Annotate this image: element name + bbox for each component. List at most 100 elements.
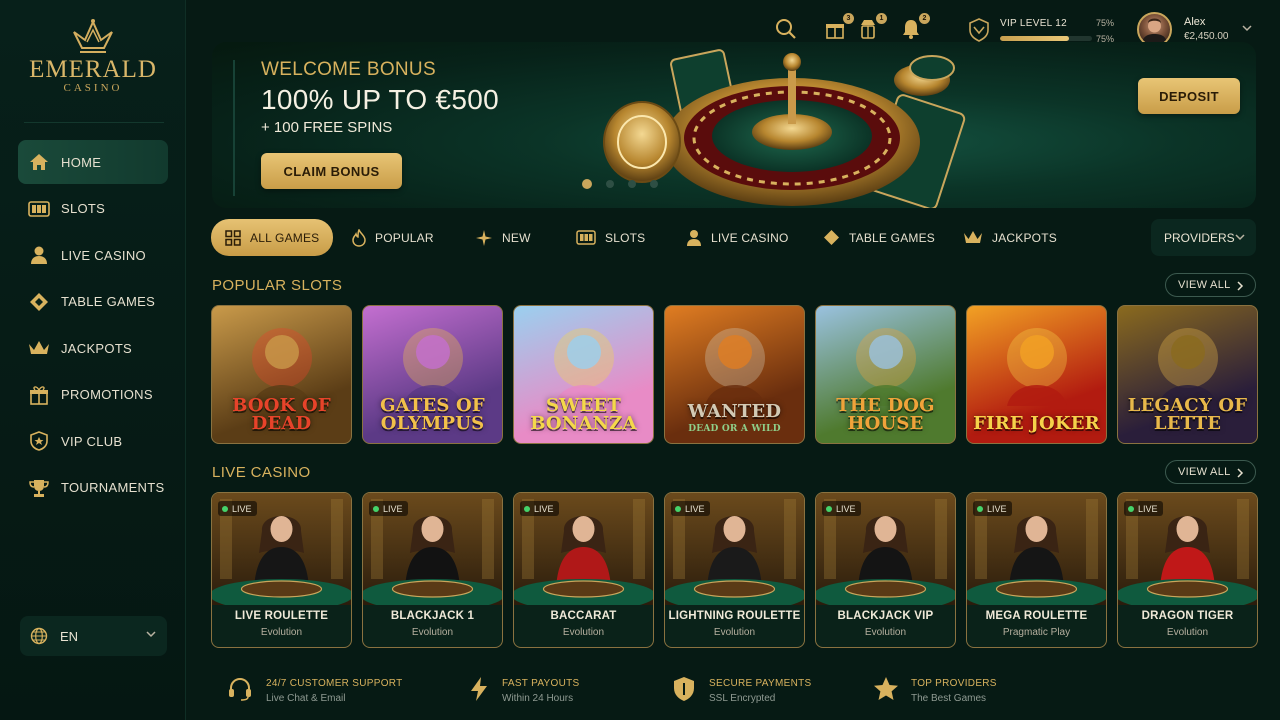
live-game-provider: Evolution: [1166, 627, 1209, 638]
live-card-blackjack-vip[interactable]: LIVE BLACKJACK VIP Evolution: [815, 492, 956, 648]
vip-shield-icon: [969, 18, 989, 42]
crown-icon: [963, 230, 983, 245]
language-selector[interactable]: EN: [20, 616, 167, 656]
sidebar-item-label: TABLE GAMES: [61, 294, 156, 309]
tab-all-games[interactable]: ALL GAMES: [211, 219, 334, 256]
feature-title: FAST PAYOUTS: [502, 678, 580, 689]
live-game-name: DRAGON TIGER: [1141, 610, 1234, 622]
live-game-name: LIVE ROULETTE: [234, 610, 329, 622]
gifts-button[interactable]: 3: [824, 13, 854, 42]
carousel-dot[interactable]: [650, 180, 658, 188]
tab-live-casino[interactable]: LIVE CASINO: [672, 219, 803, 256]
live-card-lightning-roulette[interactable]: LIVE LIGHTNING ROULETTE Evolution: [664, 492, 805, 648]
brand-name: EMERALD: [29, 56, 157, 83]
sidebar-item-promotions[interactable]: PROMOTIONS: [18, 373, 168, 417]
divider: [24, 122, 164, 123]
gift-icon: [826, 24, 844, 39]
claim-bonus-button[interactable]: CLAIM BONUS: [261, 153, 402, 189]
live-dot-icon: [977, 505, 983, 512]
popular-slots-title: POPULAR SLOTS: [212, 277, 343, 294]
live-casino-view-all-button[interactable]: VIEW ALL: [1165, 460, 1256, 484]
live-card-mega-roulette[interactable]: LIVE MEGA ROULETTE Pragmatic Play: [966, 492, 1107, 648]
tab-label: LIVE CASINO: [711, 230, 789, 245]
sidebar-item-table-games[interactable]: TABLE GAMES: [18, 280, 168, 324]
slot-title: FIRE JOKER: [973, 413, 1100, 434]
rewards-button[interactable]: 1: [857, 13, 887, 42]
sidebar-item-live-casino[interactable]: LIVE CASINO: [18, 233, 168, 277]
slot-card-fire-joker[interactable]: FIRE JOKER: [966, 305, 1107, 444]
slot-card-the-dog-house[interactable]: THE DOG HOUSE: [815, 305, 956, 444]
sidebar-item-jackpots[interactable]: JACKPOTS: [18, 326, 168, 370]
sidebar-item-label: TOURNAMENTS: [61, 480, 165, 495]
live-badge: LIVE: [520, 501, 559, 516]
tab-new[interactable]: NEW: [461, 219, 545, 256]
slot-title: GATES OF OLYMPUS: [380, 395, 485, 434]
tab-label: TABLE GAMES: [849, 230, 936, 245]
vip-progress-percent: 75%: [1096, 18, 1115, 28]
sparkle-icon: [475, 229, 493, 247]
live-dot-icon: [826, 505, 832, 512]
slot-card-legacy-of-lette[interactable]: LEGACY OF LETTE: [1117, 305, 1258, 444]
slot-card-wanted[interactable]: WANTED DEAD OR A WILD: [664, 305, 805, 444]
live-label: LIVE: [1138, 503, 1158, 514]
diamond-chip-icon: [28, 291, 50, 313]
sidebar-item-tournaments[interactable]: TOURNAMENTS: [18, 466, 168, 510]
tab-label: JACKPOTS: [992, 230, 1057, 245]
chevron-down-icon: [146, 631, 156, 638]
slot-title: WANTED: [687, 401, 782, 422]
carousel-dot[interactable]: [628, 180, 636, 188]
live-game-provider: Pragmatic Play: [1002, 627, 1071, 638]
crown-icon: [28, 337, 50, 359]
live-badge: LIVE: [671, 501, 710, 516]
dealer-icon: [686, 229, 702, 247]
sidebar-item-home[interactable]: HOME: [18, 140, 168, 184]
hero-headline: 100% UP TO €500: [261, 84, 500, 115]
tab-label: ALL GAMES: [250, 230, 320, 245]
tab-popular[interactable]: POPULAR: [338, 219, 448, 256]
popular-slots-row: BOOK OF DEAD GATES OF OLYMPUS SWEET BONANZ…: [211, 305, 1258, 444]
slot-subtitle: DEAD OR A WILD: [688, 424, 781, 434]
brand-logo[interactable]: EMERALD CASINO: [0, 18, 186, 94]
feature-title: 24/7 CUSTOMER SUPPORT: [266, 678, 403, 689]
carousel-dot[interactable]: [606, 180, 614, 188]
sidebar-item-slots[interactable]: SLOTS: [18, 187, 168, 231]
feature-secure: SECURE PAYMENTS SSL Encrypted: [673, 668, 833, 712]
slot-card-sweet-bonanza[interactable]: SWEET BONANZA: [513, 305, 654, 444]
sidebar-item-label: SLOTS: [61, 201, 106, 216]
live-label: LIVE: [685, 503, 705, 514]
tab-label: POPULAR: [375, 230, 434, 245]
tab-jackpots[interactable]: JACKPOTS: [949, 219, 1071, 256]
popular-slots-view-all-button[interactable]: VIEW ALL: [1165, 273, 1256, 297]
tab-table-games[interactable]: TABLE GAMES: [809, 219, 949, 256]
notifications-button[interactable]: 2: [900, 13, 930, 42]
dealer-icon: [28, 244, 50, 266]
home-icon: [28, 151, 50, 173]
grid-icon: [225, 229, 241, 246]
sidebar-item-vip-club[interactable]: VIP CLUB: [18, 419, 168, 463]
live-game-name: BACCARAT: [550, 610, 617, 622]
feature-subtitle: SSL Encrypted: [709, 693, 776, 704]
rewards-icon: [861, 20, 875, 39]
live-game-provider: Evolution: [864, 627, 907, 638]
slot-card-gates-of-olympus[interactable]: GATES OF OLYMPUS: [362, 305, 503, 444]
slot-card-book-of-dead[interactable]: BOOK OF DEAD: [211, 305, 352, 444]
live-card-baccarat[interactable]: LIVE BACCARAT Evolution: [513, 492, 654, 648]
live-badge: LIVE: [369, 501, 408, 516]
sidebar-item-label: PROMOTIONS: [61, 387, 153, 402]
carousel-dot[interactable]: [582, 179, 592, 189]
user-name: Alex: [1184, 16, 1206, 28]
providers-dropdown[interactable]: PROVIDERS: [1151, 219, 1256, 256]
live-card-live-roulette[interactable]: LIVE LIVE ROULETTE Evolution: [211, 492, 352, 648]
secure-shield-icon: [674, 677, 694, 701]
search-button[interactable]: [775, 18, 799, 42]
gifts-count-badge: 3: [843, 13, 854, 24]
deposit-button[interactable]: DEPOSIT: [1138, 78, 1240, 114]
live-card-dragon-tiger[interactable]: LIVE DRAGON TIGER Evolution: [1117, 492, 1258, 648]
feature-providers: TOP PROVIDERS The Best Games: [873, 668, 1033, 712]
feature-subtitle: The Best Games: [911, 693, 987, 704]
live-label: LIVE: [836, 503, 856, 514]
chevron-down-icon: [1242, 25, 1252, 32]
tab-slots[interactable]: SLOTS: [562, 219, 659, 256]
sidebar-item-label: VIP CLUB: [61, 433, 123, 449]
live-card-blackjack-1[interactable]: LIVE BLACKJACK 1 Evolution: [362, 492, 503, 648]
